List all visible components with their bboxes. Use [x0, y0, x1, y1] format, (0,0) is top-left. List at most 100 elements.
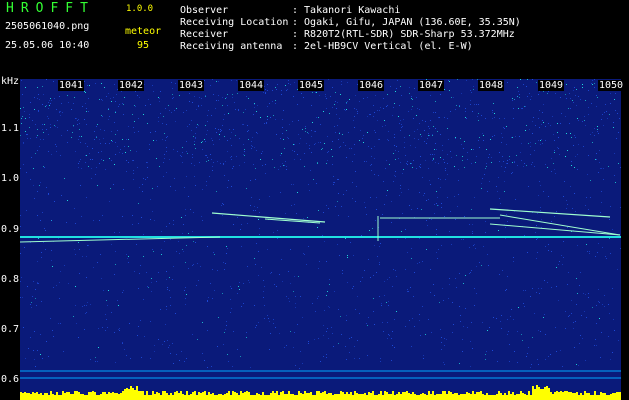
- noise-pixel: [262, 165, 263, 166]
- noise-pixel: [95, 357, 96, 358]
- noise-pixel: [304, 153, 305, 154]
- noise-pixel: [52, 266, 53, 267]
- noise-pixel: [315, 311, 316, 312]
- noise-pixel: [123, 114, 124, 115]
- noise-pixel: [400, 130, 401, 131]
- noise-pixel: [545, 140, 546, 141]
- noise-pixel: [425, 334, 426, 335]
- noise-pixel: [509, 159, 510, 160]
- noise-pixel: [452, 332, 453, 333]
- noise-pixel: [88, 245, 89, 246]
- noise-pixel: [384, 120, 385, 121]
- signal-bar: [222, 395, 224, 400]
- noise-pixel: [251, 197, 252, 198]
- noise-pixel: [338, 215, 339, 216]
- signal-bar: [254, 395, 256, 400]
- noise-pixel: [436, 229, 437, 230]
- noise-pixel: [286, 130, 287, 131]
- noise-pixel: [34, 198, 35, 199]
- noise-pixel: [155, 131, 156, 132]
- noise-pixel: [87, 302, 88, 303]
- noise-pixel: [37, 261, 38, 262]
- noise-pixel: [422, 120, 423, 121]
- signal-bar: [266, 395, 268, 400]
- noise-pixel: [472, 79, 473, 80]
- noise-pixel: [346, 157, 347, 158]
- noise-pixel: [502, 156, 503, 157]
- noise-pixel: [612, 352, 613, 353]
- noise-pixel: [138, 223, 139, 224]
- noise-pixel: [218, 95, 219, 96]
- antenna-label: Receiving antenna: [180, 41, 283, 52]
- signal-bar: [440, 394, 442, 400]
- noise-pixel: [619, 118, 620, 119]
- noise-pixel: [448, 298, 449, 299]
- noise-pixel: [224, 269, 225, 270]
- signal-bar: [532, 386, 534, 400]
- noise-pixel: [119, 152, 120, 153]
- noise-pixel: [206, 161, 207, 162]
- noise-pixel: [337, 179, 338, 180]
- noise-pixel: [117, 130, 118, 131]
- signal-bar: [100, 394, 102, 400]
- noise-pixel: [523, 166, 524, 167]
- noise-pixel: [212, 170, 213, 171]
- noise-pixel: [394, 145, 395, 146]
- noise-pixel: [113, 184, 114, 185]
- noise-pixel: [519, 136, 520, 137]
- noise-pixel: [470, 272, 471, 273]
- signal-bar: [186, 391, 188, 400]
- noise-pixel: [78, 139, 79, 140]
- signal-bar: [420, 394, 422, 400]
- noise-pixel: [575, 321, 576, 322]
- noise-pixel: [20, 215, 21, 216]
- signal-bar: [426, 395, 428, 400]
- noise-pixel: [86, 108, 87, 109]
- signal-bar: [382, 395, 384, 400]
- noise-pixel: [252, 146, 253, 147]
- noise-pixel: [42, 124, 43, 125]
- noise-pixel: [280, 155, 281, 156]
- noise-pixel: [180, 155, 181, 156]
- noise-pixel: [272, 90, 273, 91]
- noise-pixel: [471, 92, 472, 93]
- noise-pixel: [318, 338, 319, 339]
- noise-pixel: [537, 238, 538, 239]
- noise-pixel: [153, 91, 154, 92]
- noise-pixel: [346, 315, 347, 316]
- noise-pixel: [473, 245, 474, 246]
- noise-pixel: [280, 138, 281, 139]
- noise-pixel: [234, 102, 235, 103]
- signal-bar: [468, 393, 470, 400]
- signal-bar: [314, 395, 316, 400]
- noise-pixel: [508, 331, 509, 332]
- noise-pixel: [323, 111, 324, 112]
- noise-pixel: [528, 143, 529, 144]
- noise-pixel: [101, 83, 102, 84]
- noise-pixel: [518, 307, 519, 308]
- noise-pixel: [79, 129, 80, 130]
- signal-bar: [566, 391, 568, 400]
- noise-pixel: [296, 213, 297, 214]
- noise-pixel: [363, 98, 364, 99]
- noise-pixel: [585, 360, 586, 361]
- noise-pixel: [602, 114, 603, 115]
- noise-pixel: [240, 356, 241, 357]
- signal-bar: [362, 394, 364, 400]
- noise-pixel: [528, 347, 529, 348]
- noise-pixel: [499, 274, 500, 275]
- noise-pixel: [451, 244, 452, 245]
- signal-bar: [52, 394, 54, 400]
- noise-pixel: [116, 94, 117, 95]
- noise-pixel: [54, 201, 55, 202]
- noise-pixel: [471, 322, 472, 323]
- noise-pixel: [243, 303, 244, 304]
- noise-pixel: [455, 278, 456, 279]
- noise-pixel: [547, 167, 548, 168]
- noise-pixel: [353, 255, 354, 256]
- signal-bar: [434, 395, 436, 400]
- noise-pixel: [380, 107, 381, 108]
- noise-pixel: [525, 106, 526, 107]
- noise-pixel: [347, 101, 348, 102]
- signal-bar: [546, 386, 548, 400]
